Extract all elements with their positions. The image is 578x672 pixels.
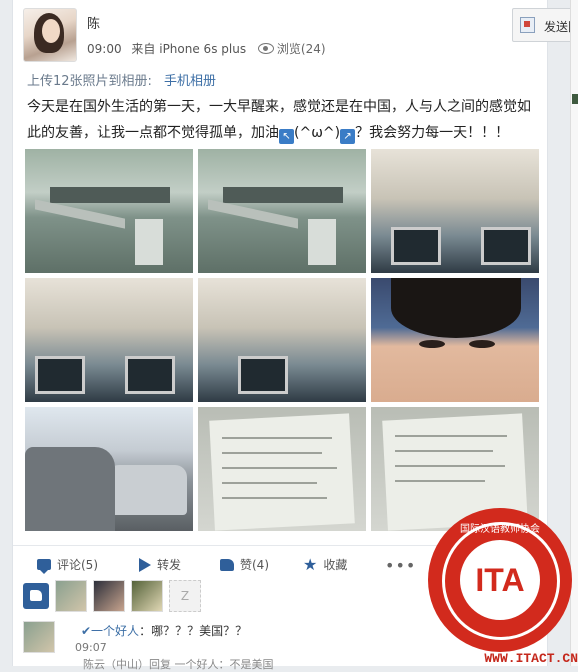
emoji-icon: ↖ <box>279 129 294 144</box>
user-avatar[interactable] <box>23 8 77 62</box>
comment-snippet: 陈云（中山）回复 一个好人：不是美国 <box>83 658 274 671</box>
eye-icon <box>257 43 274 54</box>
ita-seal-logo: 国际汉语教师协会 ITA <box>428 508 572 652</box>
post-content: 今天是在国外生活的第一天，一大早醒来，感觉还是在中国，人与人之间的感觉如此的友善… <box>27 94 533 146</box>
photo-grid <box>25 149 539 531</box>
liker-avatar[interactable] <box>93 580 125 612</box>
favorite-button[interactable]: ★ 收藏 <box>303 556 347 573</box>
comment-icon <box>37 559 51 574</box>
photo-thumbnail[interactable] <box>371 278 539 402</box>
like-button[interactable]: 赞(4) <box>220 556 269 573</box>
send-button[interactable]: 发送图 <box>512 8 578 42</box>
send-icon <box>520 17 535 33</box>
more-button[interactable]: ••• <box>385 556 416 575</box>
post-meta: 09:00 来自 iPhone 6s plus 浏览(24) <box>87 40 326 57</box>
seal-logo-text: ITA <box>475 562 525 598</box>
post-text-part2: ？我会努力每一天！！！ <box>355 125 510 141</box>
photo-thumbnail[interactable] <box>198 278 366 402</box>
watermark-url: WWW.ITACT.CN <box>484 651 578 666</box>
share-icon <box>139 557 151 572</box>
post-emoticon: (^ω^) <box>294 125 341 141</box>
photo-thumbnail[interactable] <box>198 149 366 273</box>
liker-avatar[interactable] <box>131 580 163 612</box>
photo-thumbnail[interactable] <box>25 149 193 273</box>
comment-button[interactable]: 评论(5) <box>37 556 98 574</box>
post-time: 09:00 <box>87 42 122 56</box>
upload-text: 上传12张照片到相册: <box>27 74 152 89</box>
comment-time: 09:07 <box>75 641 107 654</box>
album-link[interactable]: 手机相册 <box>164 74 216 89</box>
thumbs-up-icon <box>220 558 234 571</box>
post-author-name[interactable]: 陈 <box>87 13 100 32</box>
photo-thumbnail[interactable] <box>198 407 366 531</box>
photo-thumbnail[interactable] <box>25 278 193 402</box>
post-source: 来自 iPhone 6s plus <box>131 42 247 56</box>
view-count: 浏览(24) <box>257 42 326 56</box>
more-icon: ••• <box>385 556 417 575</box>
commenter-avatar[interactable] <box>23 621 55 653</box>
photo-thumbnail[interactable] <box>25 407 193 531</box>
ita-watermark: 国际汉语教师协会 ITA WWW.ITACT.CN <box>426 504 578 666</box>
photo-thumbnail[interactable] <box>371 149 539 273</box>
emoji-icon: ↗ <box>340 129 356 144</box>
thumbs-up-icon[interactable] <box>23 583 49 609</box>
upload-info: 上传12张照片到相册: 手机相册 <box>27 70 216 89</box>
likers-row: Z <box>23 580 201 612</box>
comment-text: ✔一个好人：哪？？？美国？？ <box>81 624 248 638</box>
commenter-name[interactable]: ✔一个好人 <box>81 624 139 638</box>
liker-avatar[interactable] <box>55 580 87 612</box>
liker-placeholder-avatar[interactable]: Z <box>169 580 201 612</box>
star-icon: ★ <box>303 554 318 574</box>
share-button[interactable]: 转发 <box>139 556 181 573</box>
